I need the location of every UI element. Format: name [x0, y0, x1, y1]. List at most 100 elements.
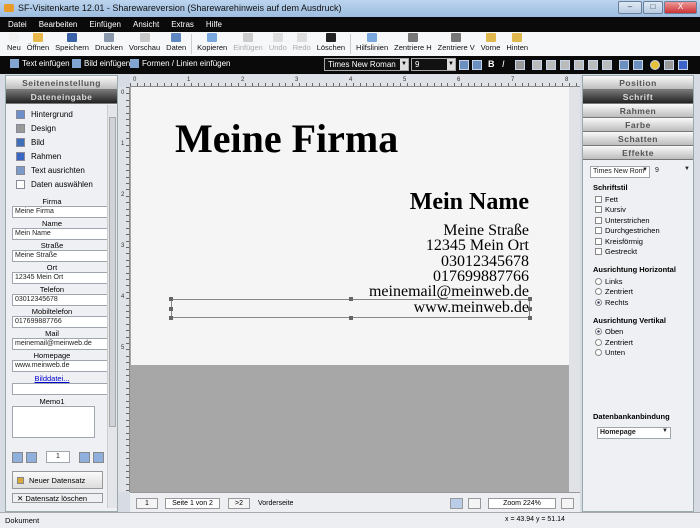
checkbox[interactable]	[595, 248, 602, 256]
toolbar-redo-button[interactable]: Redo	[290, 32, 314, 56]
checkbox[interactable]	[595, 206, 602, 214]
last-record-icon[interactable]	[93, 451, 104, 463]
tab-farbe[interactable]: Farbe	[583, 118, 693, 132]
minimize-button[interactable]: –	[618, 1, 642, 14]
db-binding-select[interactable]: Homepage ▼	[597, 427, 671, 439]
nav-item-1[interactable]: Design	[6, 121, 117, 135]
grow-font-icon[interactable]	[459, 60, 469, 70]
toolbar-neu-button[interactable]: Neu	[4, 32, 24, 56]
new-record-button[interactable]: Neuer Datensatz	[12, 471, 103, 489]
toolbar-vorschau-button[interactable]: Vorschau	[126, 32, 163, 56]
selection-box[interactable]	[169, 297, 532, 320]
field-input-1[interactable]: Mein Name	[12, 228, 109, 240]
tab-effekte[interactable]: Effekte	[583, 146, 693, 160]
checkbox[interactable]	[595, 195, 602, 203]
close-button[interactable]: X	[664, 1, 697, 14]
canvas-scrollbar[interactable]	[569, 87, 580, 492]
canvas-area[interactable]: Meine Firma Mein Name Meine Straße 12345…	[130, 87, 580, 492]
bold-icon[interactable]: B	[488, 59, 495, 69]
delete-record-button[interactable]: ✕ Datensatz löschen	[12, 493, 103, 503]
radio-button[interactable]	[595, 288, 602, 296]
prev-record-icon[interactable]	[26, 451, 37, 463]
toolbar-drucken-button[interactable]: Drucken	[92, 32, 126, 56]
menu-extras[interactable]: Extras	[171, 20, 194, 32]
resize-handle[interactable]	[349, 316, 353, 320]
business-card[interactable]: Meine Firma Mein Name Meine Straße 12345…	[131, 87, 569, 365]
menu-einfuegen[interactable]: Einfügen	[89, 20, 121, 32]
insert-image-button[interactable]: Bild einfügen	[72, 59, 130, 68]
italic-icon[interactable]: I	[502, 59, 505, 69]
radio-button[interactable]	[595, 328, 602, 336]
insert-shapes-button[interactable]: Formen / Linien einfügen	[130, 59, 231, 68]
shadow-icon[interactable]	[664, 60, 674, 70]
align-bottom-icon[interactable]	[602, 60, 612, 70]
resize-handle[interactable]	[528, 297, 532, 301]
align-center-icon[interactable]	[546, 60, 556, 70]
image-file-input[interactable]	[12, 383, 109, 395]
pen-icon[interactable]	[678, 60, 688, 70]
style-option[interactable]: Gestreckt	[583, 247, 693, 258]
checkbox[interactable]	[595, 216, 602, 224]
menu-datei[interactable]: Datei	[8, 20, 27, 32]
radio-option[interactable]: Rechts	[583, 297, 693, 308]
toolbar-speichern-button[interactable]: Speichern	[52, 32, 92, 56]
field-input-0[interactable]: Meine Firma	[12, 206, 109, 218]
radio-option[interactable]: Zentriert	[583, 337, 693, 348]
name-text[interactable]: Mein Name	[410, 189, 529, 216]
style-option[interactable]: Durchgestrichen	[583, 226, 693, 237]
align-right-icon[interactable]	[560, 60, 570, 70]
field-input-3[interactable]: 12345 Mein Ort	[12, 272, 109, 284]
rotate-right-icon[interactable]	[633, 60, 643, 70]
radio-option[interactable]: Links	[583, 276, 693, 287]
resize-handle[interactable]	[169, 297, 173, 301]
toolbar-öffnen-button[interactable]: Öffnen	[24, 32, 52, 56]
align-left-icon[interactable]	[532, 60, 542, 70]
font-select-right[interactable]: Times New Rom ▼	[590, 166, 650, 178]
field-input-4[interactable]: 03012345678	[12, 294, 109, 306]
nav-item-4[interactable]: Text ausrichten	[6, 163, 117, 177]
toolbar-zentriere-h-button[interactable]: Zentriere H	[391, 32, 435, 56]
image-file-link[interactable]: Bilddatei...	[6, 374, 98, 383]
rotate-left-icon[interactable]	[619, 60, 629, 70]
tab-seiteneinstellung[interactable]: Seiteneinstellung	[6, 76, 117, 90]
toolbar-hilfslinien-button[interactable]: Hilfslinien	[353, 32, 391, 56]
tab-dateneingabe[interactable]: Dateneingabe	[6, 90, 117, 104]
field-input-6[interactable]: meinemail@meinweb.de	[12, 338, 109, 350]
radio-button[interactable]	[595, 349, 602, 357]
shrink-font-icon[interactable]	[472, 60, 482, 70]
underline-icon[interactable]	[515, 60, 525, 70]
toolbar-löschen-button[interactable]: Löschen	[314, 32, 348, 56]
style-option[interactable]: Unterstrichen	[583, 215, 693, 226]
size-select[interactable]: 9 ▼	[411, 58, 456, 71]
style-option[interactable]: Kursiv	[583, 205, 693, 216]
zoom-out-icon[interactable]	[468, 498, 481, 509]
menu-bearbeiten[interactable]: Bearbeiten	[39, 20, 78, 32]
insert-text-button[interactable]: Text einfügen	[10, 59, 70, 68]
menu-ansicht[interactable]: Ansicht	[133, 20, 159, 32]
toolbar-einfügen-button[interactable]: Einfügen	[230, 32, 266, 56]
align-middle-icon[interactable]	[588, 60, 598, 70]
page-icon[interactable]	[450, 498, 463, 509]
page-2-button[interactable]: >2	[228, 498, 250, 509]
company-text[interactable]: Meine Firma	[175, 115, 398, 162]
nav-item-2[interactable]: Bild	[6, 135, 117, 149]
size-select-right[interactable]: 9 ▼	[653, 166, 691, 178]
style-option[interactable]: Fett	[583, 194, 693, 205]
memo-input[interactable]	[12, 406, 95, 438]
tab-schatten[interactable]: Schatten	[583, 132, 693, 146]
align-top-icon[interactable]	[574, 60, 584, 70]
radio-button[interactable]	[595, 338, 602, 346]
radio-option[interactable]: Oben	[583, 327, 693, 338]
toolbar-kopieren-button[interactable]: Kopieren	[194, 32, 230, 56]
toolbar-zentriere-v-button[interactable]: Zentriere V	[435, 32, 478, 56]
font-select[interactable]: Times New Roman ▼	[324, 58, 409, 71]
next-record-icon[interactable]	[79, 451, 90, 463]
toolbar-hinten-button[interactable]: Hinten	[503, 32, 531, 56]
radio-button[interactable]	[595, 298, 602, 306]
maximize-button[interactable]: □	[643, 1, 663, 14]
resize-handle[interactable]	[349, 297, 353, 301]
style-option[interactable]: Kreisförmig	[583, 236, 693, 247]
checkbox[interactable]	[595, 227, 602, 235]
nav-item-5[interactable]: Daten auswählen	[6, 177, 117, 191]
nav-item-0[interactable]: Hintergrund	[6, 107, 117, 121]
